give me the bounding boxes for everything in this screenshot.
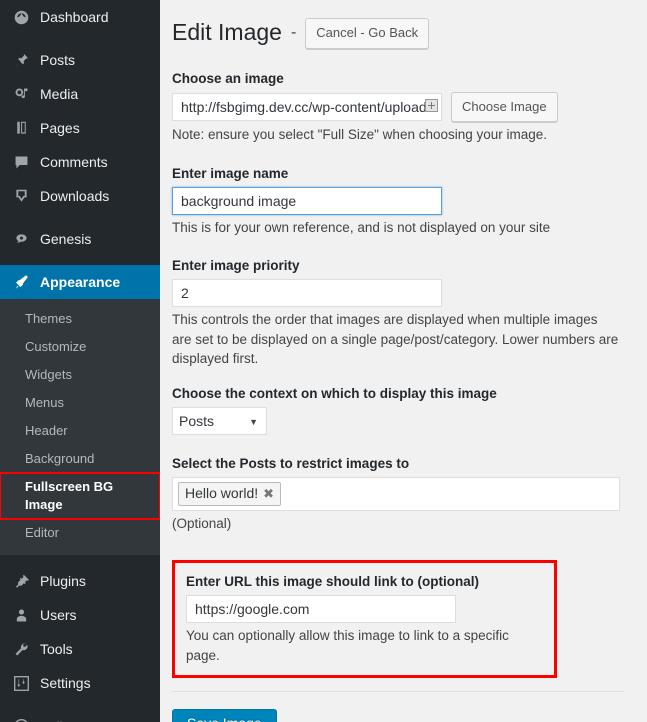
sidebar-item-fullscreen-bg-image[interactable]: Fullscreen BG Image <box>0 472 161 520</box>
sidebar-item-users[interactable]: Users <box>0 598 160 632</box>
sidebar-item-background[interactable]: Background <box>0 445 160 473</box>
highlight-wrapper: Fullscreen BG Image <box>0 472 161 520</box>
pin-icon <box>11 50 31 70</box>
pages-icon <box>11 118 31 138</box>
image-name-label: Enter image name <box>172 165 289 181</box>
image-url-input-wrapper <box>172 92 442 121</box>
sidebar-separator <box>0 700 160 709</box>
close-icon[interactable]: ✖ <box>263 485 274 503</box>
plug-icon <box>11 571 31 591</box>
page-header: Edit Image - Cancel - Go Back <box>172 12 647 49</box>
sidebar-item-label: Pages <box>40 120 80 136</box>
sidebar-item-media[interactable]: Media <box>0 77 160 111</box>
sidebar-separator <box>0 34 160 43</box>
title-dash: - <box>290 24 297 42</box>
appearance-submenu: Themes Customize Widgets Menus Header Ba… <box>0 299 161 555</box>
sidebar-item-downloads[interactable]: Downloads <box>0 179 160 213</box>
main-content: Edit Image - Cancel - Go Back Choose an … <box>160 0 647 722</box>
sidebar-item-dashboard[interactable]: Dashboard <box>0 0 160 34</box>
cancel-go-back-button[interactable]: Cancel - Go Back <box>305 18 430 49</box>
image-priority-field: Enter image priority This controls the o… <box>172 258 647 369</box>
sidebar-item-plugins[interactable]: Plugins <box>0 564 160 598</box>
sidebar-item-genesis[interactable]: Genesis <box>0 222 160 256</box>
sidebar-item-label: Dashboard <box>40 9 109 25</box>
context-label: Choose the context on which to display t… <box>172 385 497 401</box>
media-icon <box>11 84 31 104</box>
restrict-posts-field: Select the Posts to restrict images to H… <box>172 456 647 534</box>
link-url-highlight-box: Enter URL this image should link to (opt… <box>172 559 557 679</box>
sidebar-item-menus[interactable]: Menus <box>0 389 160 417</box>
admin-screen: Dashboard Posts Media Pages Comments Dow… <box>0 0 647 722</box>
user-icon <box>11 605 31 625</box>
sidebar-item-widgets[interactable]: Widgets <box>0 361 160 389</box>
image-picker-grip-icon[interactable] <box>425 98 438 112</box>
sidebar-item-tools[interactable]: Tools <box>0 632 160 666</box>
context-select[interactable]: Posts <box>172 406 267 435</box>
sliders-icon <box>11 673 31 693</box>
link-url-description: You can optionally allow this image to l… <box>186 627 509 663</box>
choose-image-row: Choose Image <box>172 91 647 122</box>
sidebar-item-label: Comments <box>40 154 108 170</box>
choose-image-button[interactable]: Choose Image <box>451 91 558 122</box>
choose-image-field: Choose an image Choose Image Note: ensur… <box>172 71 647 145</box>
sidebar-item-settings[interactable]: Settings <box>0 666 160 700</box>
sidebar-item-label: Tools <box>40 641 73 657</box>
sidebar-item-label: Plugins <box>40 573 86 589</box>
sidebar-item-label: Media <box>40 86 79 102</box>
link-url-label: Enter URL this image should link to (opt… <box>186 573 480 589</box>
sidebar-item-appearance[interactable]: Appearance <box>0 265 168 299</box>
save-image-button[interactable]: Save Image <box>172 709 277 722</box>
dashboard-icon <box>11 7 31 27</box>
image-name-input[interactable] <box>172 186 442 215</box>
image-name-description: This is for your own reference, and is n… <box>172 219 551 235</box>
sidebar-item-label: Settings <box>40 675 91 691</box>
sidebar-item-editor[interactable]: Editor <box>0 519 160 547</box>
context-field: Choose the context on which to display t… <box>172 386 647 435</box>
chip-label: Hello world! <box>185 484 259 501</box>
sidebar-item-comments[interactable]: Comments <box>0 145 160 179</box>
admin-sidebar: Dashboard Posts Media Pages Comments Dow… <box>0 0 168 722</box>
sidebar-item-label: Users <box>40 607 77 623</box>
sidebar-item-customize[interactable]: Customize <box>0 333 160 361</box>
sidebar-item-label: Genesis <box>40 231 92 247</box>
link-url-input[interactable] <box>186 594 456 623</box>
restrict-posts-note: (Optional) <box>172 516 232 532</box>
image-priority-input[interactable] <box>172 279 442 308</box>
genesis-icon <box>11 229 31 249</box>
restrict-posts-multiselect[interactable]: Hello world! ✖ <box>172 476 620 512</box>
sidebar-item-posts[interactable]: Posts <box>0 43 160 77</box>
choose-image-note: Note: ensure you select "Full Size" when… <box>172 127 548 142</box>
selected-post-chip[interactable]: Hello world! ✖ <box>178 481 282 507</box>
appearance-brush-icon <box>11 272 31 292</box>
sidebar-separator <box>0 256 160 265</box>
sidebar-item-header[interactable]: Header <box>0 417 160 445</box>
image-priority-label: Enter image priority <box>172 258 300 274</box>
context-select-wrapper: Posts ▼ <box>172 406 267 435</box>
sidebar-separator <box>0 213 160 222</box>
sidebar-item-pages[interactable]: Pages <box>0 111 160 145</box>
collapse-menu-button[interactable]: Collapse menu <box>0 709 160 722</box>
image-priority-description: This controls the order that images are … <box>172 312 619 367</box>
collapse-arrow-icon <box>11 716 31 722</box>
choose-image-label: Choose an image <box>172 70 284 86</box>
wrench-icon <box>11 639 31 659</box>
restrict-posts-label: Select the Posts to restrict images to <box>172 455 410 471</box>
sidebar-item-label: Appearance <box>40 274 121 290</box>
sidebar-item-label: Posts <box>40 52 76 68</box>
page-title: Edit Image <box>172 19 282 46</box>
download-icon <box>11 186 31 206</box>
image-url-input[interactable] <box>172 92 442 121</box>
sidebar-item-label: Downloads <box>40 188 110 204</box>
image-name-field: Enter image name This is for your own re… <box>172 166 647 238</box>
comment-icon <box>11 152 31 172</box>
sidebar-separator <box>0 555 160 564</box>
sidebar-item-themes[interactable]: Themes <box>0 305 160 333</box>
